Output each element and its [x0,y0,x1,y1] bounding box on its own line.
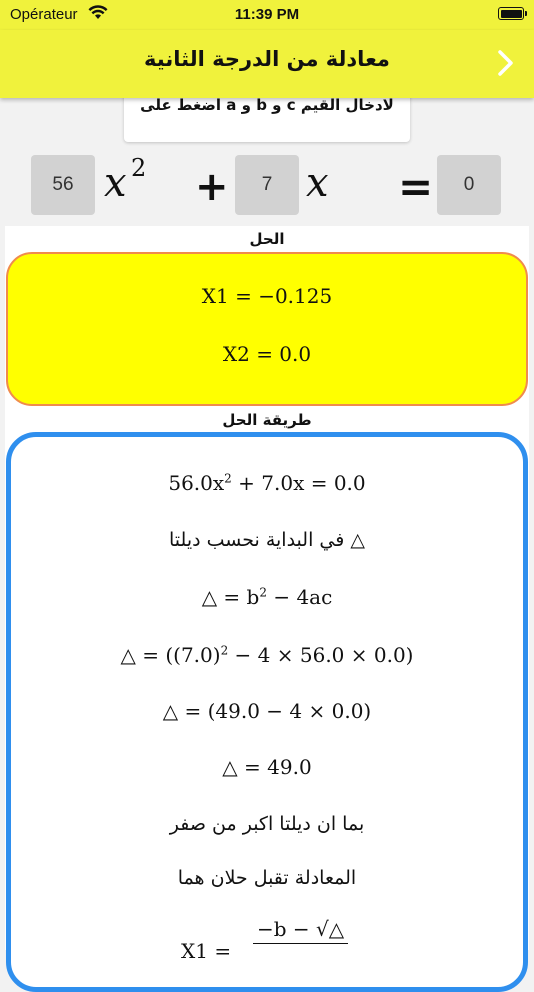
step-intro: في البداية نحسب ديلتا △ [169,529,365,551]
x1-formula-numerator: −b − √△ [253,917,349,944]
root-x2: X2 = 0.0 [222,342,312,366]
solution-box: X1 = −0.125 X2 = 0.0 [6,252,528,406]
equals-sign: = [398,162,434,211]
chevron-right-icon[interactable] [496,48,516,78]
step-two-solutions: المعادلة تقبل حلان هما [177,867,357,889]
x-squared-symbol: x [104,160,127,206]
step-delta-formula: △ = b2 − 4ac [201,585,333,609]
coefficient-b-input[interactable]: 7 [235,155,299,215]
coefficient-b-value: 7 [261,174,273,195]
step-positive-delta: بما ان ديلتا اكبر من صفر [169,813,365,835]
coefficient-c-input[interactable]: 0 [437,155,501,215]
root-x1: X1 = −0.125 [201,284,333,308]
step-x1-formula: X1 = −b − √△ [11,917,523,963]
coefficient-a-input[interactable]: 56 [31,155,95,215]
x1-formula-left: X1 = [181,939,232,963]
status-bar: Opérateur 11:39 PM [0,0,534,30]
plus-sign: + [195,164,229,210]
step-delta-substituted: △ = ((7.0)2 − 4 × 56.0 × 0.0) [120,643,414,667]
method-label: طريقة الحل [222,411,312,429]
step-delta-value: △ = 49.0 [222,755,312,779]
page-title: معادلة من الدرجة الثانية [144,47,390,71]
step-delta-simplified: △ = (49.0 − 4 × 0.0) [162,699,372,723]
x-linear-symbol: x [306,160,329,206]
clock: 11:39 PM [234,6,300,23]
instruction-text: اضغط على a و b و c لادخال القيم [140,96,394,114]
exponent-two: 2 [131,154,147,182]
coefficient-c-value: 0 [463,174,475,195]
step-equation: 56.0x2 + 7.0x = 0.0 [168,471,366,495]
instruction-card: اضغط على a و b و c لادخال القيم [124,92,410,142]
nav-bar: معادلة من الدرجة الثانية [0,30,534,98]
coefficient-a-value: 56 [52,174,74,195]
method-box: 56.0x2 + 7.0x = 0.0 في البداية نحسب ديلت… [6,432,528,992]
battery-icon [498,7,527,20]
solution-label: الحل [249,230,285,248]
